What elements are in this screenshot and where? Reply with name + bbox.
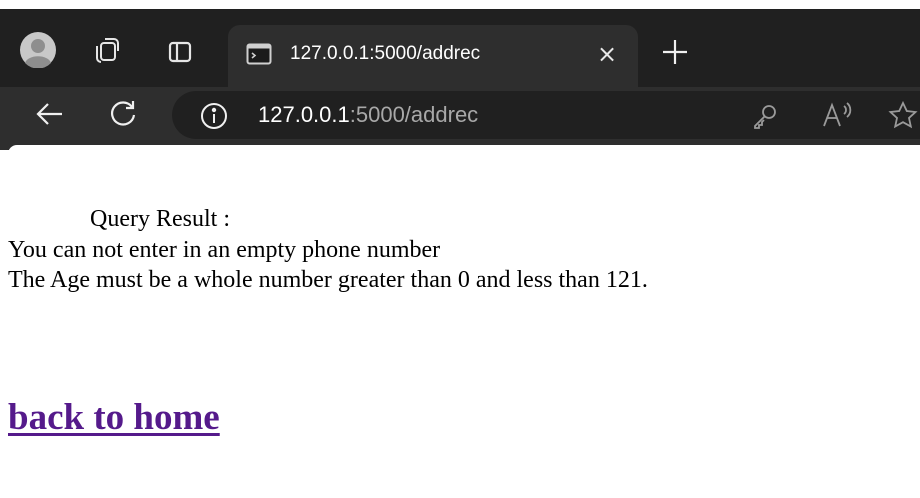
- browser-window: 127.0.0.1:5000/addrec × 127.0.0.1:5000/a…: [0, 0, 920, 498]
- new-tab-plus-icon[interactable]: [660, 37, 690, 67]
- back-arrow-icon[interactable]: [35, 99, 65, 129]
- workspaces-icon[interactable]: [92, 37, 122, 65]
- tab-close-button[interactable]: ×: [593, 40, 621, 68]
- url-text[interactable]: 127.0.0.1:5000/addrec: [258, 100, 478, 130]
- active-tab[interactable]: 127.0.0.1:5000/addrec ×: [228, 25, 638, 87]
- navigation-toolbar: 127.0.0.1:5000/addrec: [0, 87, 920, 150]
- profile-avatar-icon[interactable]: [20, 32, 56, 69]
- page-viewport: Query Result : You can not enter in an e…: [8, 145, 920, 498]
- tab-strip: 127.0.0.1:5000/addrec ×: [0, 9, 920, 87]
- terminal-favicon-icon: [246, 42, 272, 66]
- error-message-phone: You can not enter in an empty phone numb…: [8, 237, 441, 263]
- browser-chrome: 127.0.0.1:5000/addrec × 127.0.0.1:5000/a…: [0, 0, 920, 150]
- tab-actions-icon[interactable]: [167, 39, 193, 65]
- info-icon[interactable]: [200, 102, 228, 130]
- window-top-edge: [0, 0, 920, 9]
- address-bar[interactable]: 127.0.0.1:5000/addrec: [172, 91, 920, 139]
- error-message-age: The Age must be a whole number greater t…: [8, 267, 648, 293]
- url-path: :5000/addrec: [349, 102, 479, 127]
- refresh-icon[interactable]: [108, 99, 138, 129]
- star-icon[interactable]: [888, 100, 918, 129]
- url-host: 127.0.0.1: [258, 102, 350, 127]
- tab-title: 127.0.0.1:5000/addrec: [290, 43, 481, 64]
- back-to-home-link[interactable]: back to home: [8, 395, 220, 441]
- key-icon[interactable]: [752, 103, 778, 129]
- query-result-label: Query Result :: [90, 206, 230, 232]
- read-aloud-icon[interactable]: [822, 101, 856, 129]
